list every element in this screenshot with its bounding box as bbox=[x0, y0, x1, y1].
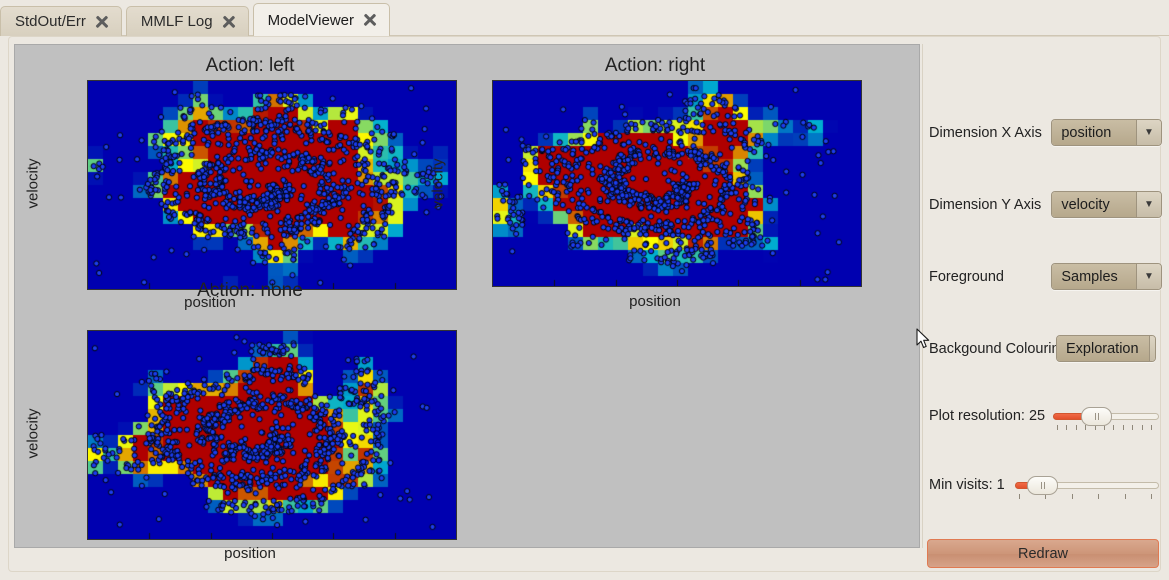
heatmap-canvas-left[interactable] bbox=[87, 80, 457, 290]
chevron-down-icon[interactable]: ▼ bbox=[1136, 120, 1161, 145]
tab-label: StdOut/Err bbox=[15, 13, 86, 30]
chevron-down-icon[interactable]: ▼ bbox=[1136, 192, 1161, 217]
plot-area: Action: left velocity position Action: r… bbox=[14, 44, 920, 562]
foreground-select[interactable]: Samples ▼ bbox=[1051, 263, 1162, 290]
chevron-down-icon[interactable]: ▼ bbox=[1148, 336, 1155, 361]
min-visits-slider[interactable] bbox=[1015, 474, 1159, 499]
plot-action-left: Action: left velocity position bbox=[15, 45, 485, 311]
foreground-label: Foreground bbox=[929, 268, 1004, 285]
close-x-icon[interactable] bbox=[363, 13, 377, 27]
tab-model-viewer[interactable]: ModelViewer bbox=[252, 3, 390, 36]
plot-y-axis-label: velocity bbox=[24, 408, 42, 459]
min-visits-row: Min visits: 1 bbox=[929, 474, 1162, 499]
background-colouring-select[interactable]: Exploration ▼ bbox=[1056, 335, 1156, 362]
dimension-y-value: velocity bbox=[1052, 192, 1136, 217]
model-viewer-content: Action: left velocity position Action: r… bbox=[8, 36, 1162, 572]
close-x-icon[interactable] bbox=[222, 15, 236, 29]
tab-bar: StdOut/Err MMLF Log ModelViewer bbox=[0, 0, 1169, 36]
plot-x-axis-label: position bbox=[224, 545, 276, 562]
foreground-row: Foreground Samples ▼ bbox=[929, 263, 1162, 290]
plot-x-axis-label: position bbox=[629, 293, 681, 310]
foreground-value: Samples bbox=[1052, 264, 1136, 289]
min-visits-label: Min visits: 1 bbox=[929, 477, 1005, 493]
plot-title: Action: left bbox=[205, 55, 295, 76]
chevron-down-icon[interactable]: ▼ bbox=[1136, 264, 1161, 289]
slider-thumb[interactable] bbox=[1081, 407, 1113, 426]
plot-y-axis-label: velocity bbox=[24, 158, 42, 209]
tab-label: MMLF Log bbox=[140, 13, 213, 30]
tab-stdout-err[interactable]: StdOut/Err bbox=[0, 6, 122, 36]
dimension-y-row: Dimension Y Axis velocity ▼ bbox=[929, 191, 1162, 218]
close-x-icon[interactable] bbox=[95, 15, 109, 29]
plot-y-axis-label: velocity bbox=[429, 158, 447, 209]
dimension-x-select[interactable]: position ▼ bbox=[1051, 119, 1162, 146]
background-colouring-label: Backgound Colouring bbox=[929, 340, 1068, 357]
slider-ticks bbox=[1053, 425, 1159, 433]
dimension-x-value: position bbox=[1052, 120, 1136, 145]
dimension-y-label: Dimension Y Axis bbox=[929, 196, 1042, 213]
tab-mmlf-log[interactable]: MMLF Log bbox=[125, 6, 249, 36]
dimension-y-select[interactable]: velocity ▼ bbox=[1051, 191, 1162, 218]
slider-ticks bbox=[1015, 494, 1159, 502]
plot-action-right: Action: right velocity position bbox=[420, 45, 890, 315]
control-panel: Dimension X Axis position ▼ Dimension Y … bbox=[922, 44, 1162, 568]
tab-label: ModelViewer bbox=[267, 11, 354, 29]
dimension-x-row: Dimension X Axis position ▼ bbox=[929, 119, 1162, 146]
background-colouring-row: Backgound Colouring Exploration ▼ bbox=[929, 335, 1162, 362]
model-viewer-window: StdOut/Err MMLF Log ModelViewer Action: … bbox=[0, 0, 1169, 580]
plot-title: Action: right bbox=[604, 55, 706, 76]
slider-thumb[interactable] bbox=[1027, 476, 1059, 495]
redraw-button[interactable]: Redraw bbox=[927, 539, 1159, 568]
background-colouring-value: Exploration bbox=[1057, 336, 1149, 361]
plot-action-none: Action: none velocity position bbox=[15, 270, 485, 562]
heatmap-canvas-none[interactable] bbox=[87, 330, 457, 540]
plot-title: Action: none bbox=[197, 280, 303, 301]
heatmap-canvas-right[interactable] bbox=[492, 80, 862, 287]
dimension-x-label: Dimension X Axis bbox=[929, 124, 1042, 141]
plot-resolution-row: Plot resolution: 25 bbox=[929, 405, 1162, 430]
plot-resolution-label: Plot resolution: 25 bbox=[929, 408, 1046, 424]
plot-resolution-slider[interactable] bbox=[1053, 405, 1159, 430]
